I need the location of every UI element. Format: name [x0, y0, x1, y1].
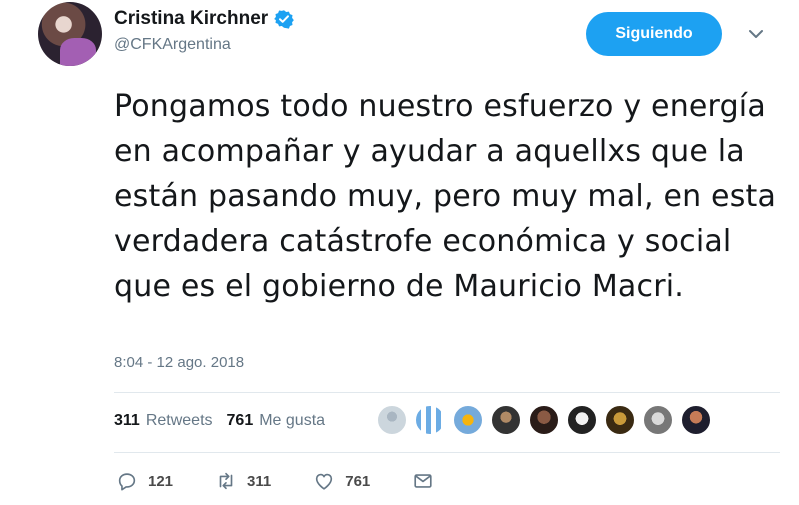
tweet-actions: 121 311 761	[116, 470, 476, 492]
mail-icon	[414, 474, 432, 488]
retweet-button[interactable]: 311	[215, 470, 271, 492]
liker-avatar[interactable]	[680, 404, 712, 436]
likes-count[interactable]: 761	[227, 412, 254, 430]
retweet-count: 311	[247, 472, 272, 490]
liker-avatar[interactable]	[642, 404, 674, 436]
tweet-stats: 311 Retweets 761 Me gusta	[114, 412, 339, 430]
user-info: Cristina Kirchner @CFKArgentina	[114, 8, 294, 54]
chevron-down-icon[interactable]	[748, 26, 764, 42]
avatar[interactable]	[38, 2, 102, 66]
like-button[interactable]: 761	[313, 470, 370, 492]
retweets-label[interactable]: Retweets	[146, 412, 213, 430]
liker-avatar[interactable]	[566, 404, 598, 436]
direct-message-button[interactable]	[412, 470, 434, 492]
divider	[114, 452, 780, 453]
liker-avatar[interactable]	[376, 404, 408, 436]
heart-icon	[316, 473, 333, 490]
liker-avatar[interactable]	[414, 404, 446, 436]
retweets-count[interactable]: 311	[114, 412, 140, 430]
retweet-icon	[219, 472, 233, 490]
like-count: 761	[345, 472, 371, 490]
display-name[interactable]: Cristina Kirchner	[114, 8, 268, 30]
liker-avatar[interactable]	[604, 404, 636, 436]
liker-avatar[interactable]	[490, 404, 522, 436]
reply-count: 121	[148, 472, 174, 490]
liker-avatars	[376, 404, 712, 436]
following-button[interactable]: Siguiendo	[586, 12, 722, 56]
liker-avatar[interactable]	[528, 404, 560, 436]
name-row: Cristina Kirchner	[114, 8, 294, 30]
liker-avatar[interactable]	[452, 404, 484, 436]
tweet-text: Pongamos todo nuestro esfuerzo y energía…	[114, 89, 777, 304]
likes-label[interactable]: Me gusta	[259, 412, 325, 430]
divider	[114, 392, 780, 393]
tweet-header: Cristina Kirchner @CFKArgentina Siguiend…	[38, 2, 778, 66]
verified-badge-icon	[274, 10, 294, 29]
reply-icon	[118, 473, 136, 491]
user-handle[interactable]: @CFKArgentina	[114, 36, 294, 54]
reply-button[interactable]: 121	[116, 470, 173, 492]
tweet-timestamp[interactable]: 8:04 - 12 ago. 2018	[114, 354, 244, 371]
